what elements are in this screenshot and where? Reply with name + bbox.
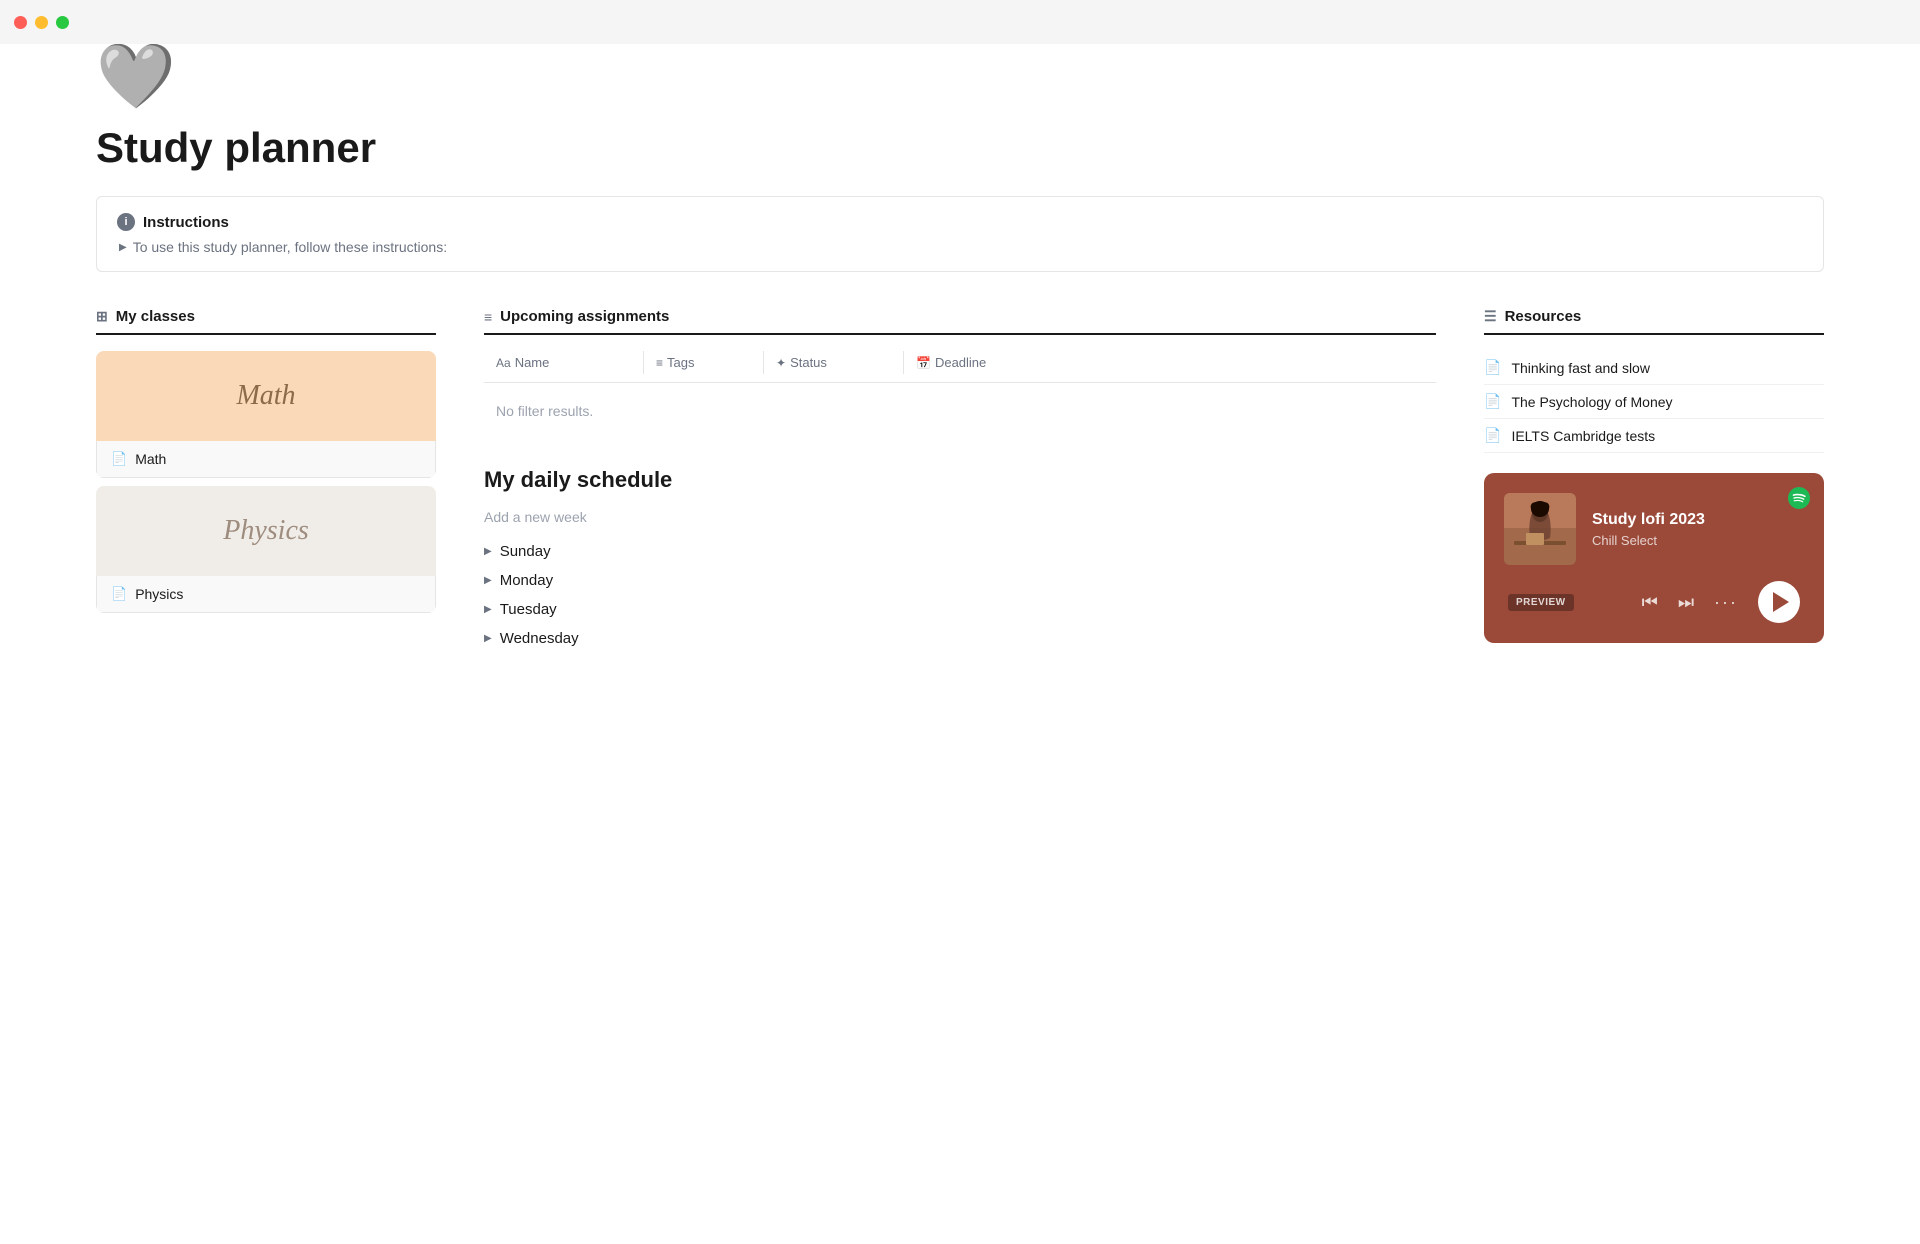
assignments-title: Upcoming assignments: [500, 308, 669, 325]
col-deadline-label: Deadline: [935, 355, 986, 370]
spotify-next-button[interactable]: ⏭: [1678, 592, 1694, 613]
col-status-icon: ✦: [776, 356, 786, 370]
resource-item-1[interactable]: 📄 Thinking fast and slow: [1484, 351, 1824, 385]
play-icon: [1773, 592, 1789, 612]
col-name-label: Name: [515, 355, 550, 370]
resources-column: ☰ Resources 📄 Thinking fast and slow 📄 T…: [1484, 308, 1824, 653]
resource-item-3[interactable]: 📄 IELTS Cambridge tests: [1484, 419, 1824, 453]
col-tags-label: Tags: [667, 355, 694, 370]
schedule-day-monday[interactable]: ▶ Monday: [484, 566, 1436, 595]
spotify-preview-label: PREVIEW: [1508, 594, 1574, 611]
math-card-footer: 📄 Math: [96, 441, 436, 478]
day-label-monday: Monday: [500, 572, 553, 589]
maximize-button[interactable]: [56, 16, 69, 29]
spotify-track: Study lofi 2023: [1592, 511, 1804, 529]
math-label: Math: [135, 451, 166, 467]
assignments-table-header: Aa Name ≡ Tags ✦ Status 📅 Deadline: [484, 351, 1436, 383]
resource-item-2[interactable]: 📄 The Psychology of Money: [1484, 385, 1824, 419]
math-card-title: Math: [236, 380, 295, 412]
schedule-section: My daily schedule Add a new week ▶ Sunda…: [484, 467, 1436, 653]
instructions-text: To use this study planner, follow these …: [133, 239, 447, 255]
physics-card-footer: 📄 Physics: [96, 576, 436, 613]
resources-icon: ☰: [1484, 308, 1497, 325]
instructions-title: Instructions: [143, 214, 229, 231]
list-icon: ≡: [484, 309, 492, 325]
chevron-right-icon-wed: ▶: [484, 633, 492, 644]
classes-header: ⊞ My classes: [96, 308, 436, 335]
schedule-day-wednesday[interactable]: ▶ Wednesday: [484, 624, 1436, 653]
resource-label-3: IELTS Cambridge tests: [1511, 428, 1655, 444]
instructions-box: i Instructions ▶ To use this study plann…: [96, 196, 1824, 272]
chevron-right-icon-mon: ▶: [484, 575, 492, 586]
col-name: Aa Name: [484, 351, 644, 374]
resource-label-1: Thinking fast and slow: [1511, 360, 1650, 376]
page-title: Study planner: [96, 124, 1824, 172]
resources-title: Resources: [1505, 308, 1582, 325]
chevron-right-icon-tue: ▶: [484, 604, 492, 615]
classes-title: My classes: [116, 308, 195, 325]
assignments-column: ≡ Upcoming assignments Aa Name ≡ Tags ✦ …: [484, 308, 1436, 653]
col-status: ✦ Status: [764, 351, 904, 374]
titlebar: [0, 0, 1920, 44]
col-deadline-icon: 📅: [916, 356, 931, 370]
physics-card-header: Physics: [96, 486, 436, 576]
col-tags: ≡ Tags: [644, 351, 764, 374]
day-label-tuesday: Tuesday: [500, 601, 557, 618]
doc-icon-3: 📄: [1484, 427, 1501, 444]
spotify-album-art: [1504, 493, 1576, 565]
album-art-svg: [1504, 493, 1576, 565]
col-deadline: 📅 Deadline: [904, 351, 1044, 374]
schedule-day-sunday[interactable]: ▶ Sunday: [484, 537, 1436, 566]
day-label-wednesday: Wednesday: [500, 630, 579, 647]
resource-label-2: The Psychology of Money: [1511, 394, 1672, 410]
add-week-button[interactable]: Add a new week: [484, 505, 1436, 529]
doc-icon-1: 📄: [1484, 359, 1501, 376]
doc-icon-2: 📄: [1484, 393, 1501, 410]
instructions-toggle[interactable]: ▶ To use this study planner, follow thes…: [117, 239, 1803, 255]
document-icon: 📄: [111, 451, 127, 467]
physics-class-card[interactable]: Physics 📄 Physics: [96, 486, 436, 613]
physics-label: Physics: [135, 586, 183, 602]
main-content: 🩶 Study planner i Instructions ▶ To use …: [0, 44, 1920, 653]
physics-card-title: Physics: [223, 515, 309, 547]
instructions-header: i Instructions: [117, 213, 1803, 231]
spotify-artist: Chill Select: [1592, 533, 1804, 548]
col-tags-icon: ≡: [656, 356, 663, 370]
schedule-day-tuesday[interactable]: ▶ Tuesday: [484, 595, 1436, 624]
schedule-title: My daily schedule: [484, 467, 1436, 493]
columns-container: ⊞ My classes Math 📄 Math Physics �: [96, 308, 1824, 653]
spotify-info: Study lofi 2023 Chill Select: [1592, 511, 1804, 548]
math-card-header: Math: [96, 351, 436, 441]
col-name-label-icon: Aa: [496, 356, 511, 370]
spotify-logo: [1788, 487, 1810, 514]
math-class-card[interactable]: Math 📄 Math: [96, 351, 436, 478]
day-label-sunday: Sunday: [500, 543, 551, 560]
spotify-buttons: ⏮ ⏭ ···: [1642, 581, 1800, 623]
spotify-controls: PREVIEW ⏮ ⏭ ···: [1504, 581, 1804, 623]
chevron-right-icon-sun: ▶: [484, 546, 492, 557]
assignments-header: ≡ Upcoming assignments: [484, 308, 1436, 335]
document-icon-2: 📄: [111, 586, 127, 602]
resources-header: ☰ Resources: [1484, 308, 1824, 335]
no-results: No filter results.: [484, 387, 1436, 435]
spotify-prev-button[interactable]: ⏮: [1642, 592, 1658, 613]
grid-icon: ⊞: [96, 308, 108, 325]
page-emoji: 🩶: [96, 44, 1824, 108]
col-status-label: Status: [790, 355, 827, 370]
classes-column: ⊞ My classes Math 📄 Math Physics �: [96, 308, 436, 653]
spotify-play-button[interactable]: [1758, 581, 1800, 623]
info-icon: i: [117, 213, 135, 231]
heart-icon: 🩶: [96, 44, 1824, 108]
minimize-button[interactable]: [35, 16, 48, 29]
close-button[interactable]: [14, 16, 27, 29]
spotify-top: Study lofi 2023 Chill Select: [1504, 493, 1804, 565]
chevron-right-icon: ▶: [119, 242, 127, 253]
spotify-widget: Study lofi 2023 Chill Select PREVIEW ⏮ ⏭…: [1484, 473, 1824, 643]
spotify-more-button[interactable]: ···: [1714, 592, 1738, 613]
spotify-icon: [1788, 487, 1810, 509]
